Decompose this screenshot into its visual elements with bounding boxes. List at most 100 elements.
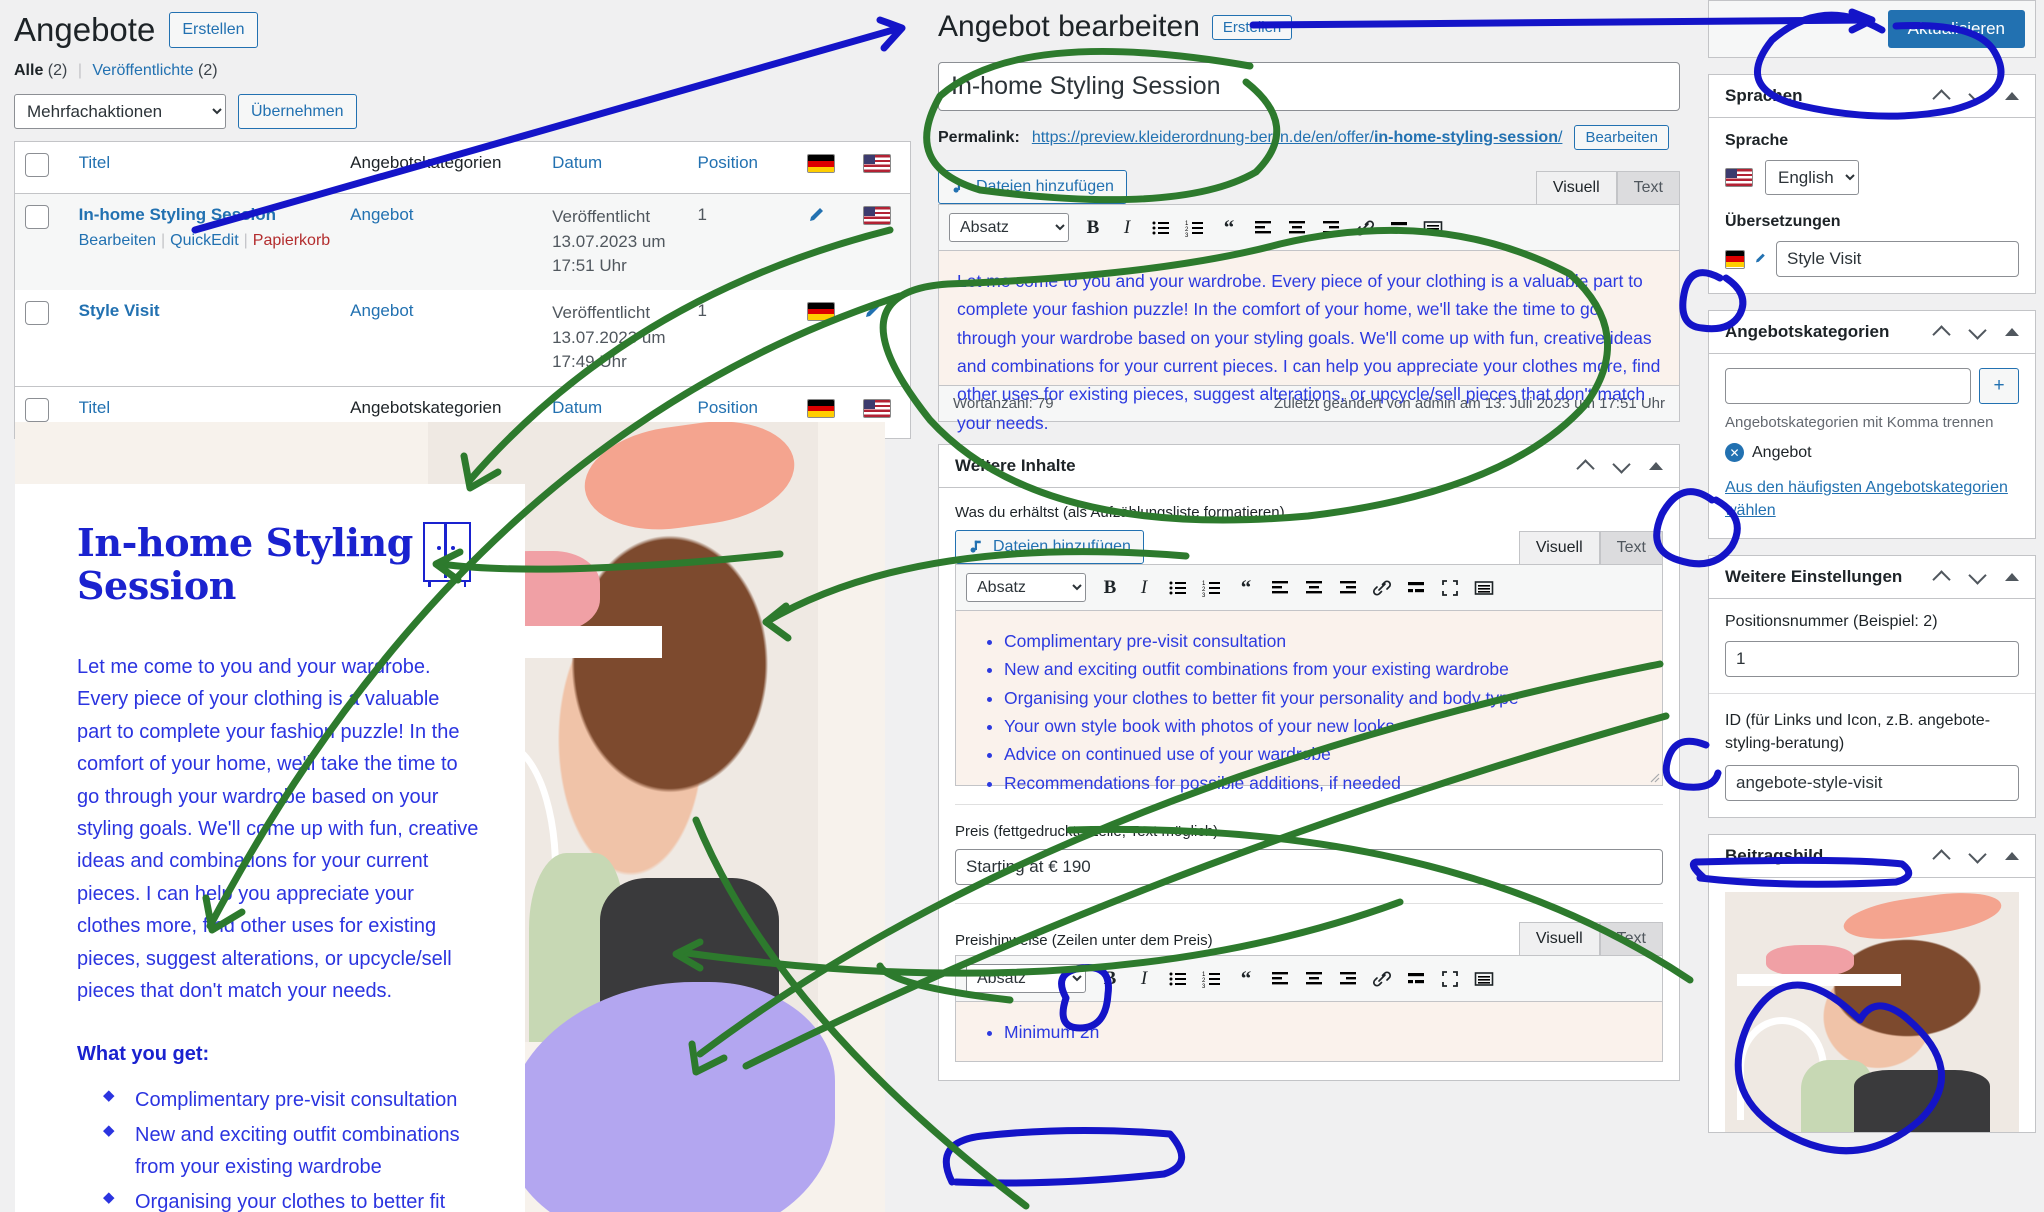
row-lang-de-cell[interactable]	[797, 194, 854, 290]
align-right-icon[interactable]	[1321, 218, 1341, 238]
tab-visual[interactable]: Visuell	[1535, 170, 1617, 204]
blockquote-icon[interactable]: “	[1219, 215, 1239, 239]
move-down-icon[interactable]	[1969, 323, 1987, 341]
move-down-icon[interactable]	[1969, 568, 1987, 586]
toolbar-toggle-icon[interactable]	[1474, 578, 1494, 598]
column-header-date[interactable]: Datum	[542, 141, 688, 195]
tab-text[interactable]: Text	[1616, 170, 1680, 204]
numbered-list-icon[interactable]: 123	[1202, 578, 1222, 598]
resize-handle-icon[interactable]	[1648, 771, 1660, 783]
position-input[interactable]	[1725, 641, 2019, 678]
editor-content-main[interactable]: Let me come to you and your wardrobe. Ev…	[938, 251, 1680, 433]
link-icon[interactable]	[1372, 969, 1392, 989]
move-down-icon[interactable]	[1969, 847, 1987, 865]
translation-input[interactable]	[1776, 241, 2019, 277]
price-input[interactable]	[955, 849, 1663, 885]
bold-icon[interactable]: B	[1100, 968, 1120, 989]
row-title-link[interactable]: In-home Styling Session	[79, 205, 276, 224]
tab-text[interactable]: Text	[1599, 530, 1663, 564]
language-select[interactable]: English	[1765, 160, 1859, 195]
blockquote-icon[interactable]: “	[1236, 966, 1256, 990]
row-checkbox[interactable]	[25, 301, 49, 326]
fullscreen-icon[interactable]	[1440, 578, 1460, 598]
row-action-trash[interactable]: Papierkorb	[253, 232, 330, 249]
tab-visual[interactable]: Visuell	[1518, 922, 1600, 955]
bold-icon[interactable]: B	[1083, 217, 1103, 238]
pencil-icon[interactable]	[807, 206, 827, 226]
post-title-input[interactable]	[938, 62, 1680, 111]
align-center-icon[interactable]	[1287, 218, 1307, 238]
toggle-panel-icon[interactable]	[1649, 462, 1663, 470]
align-right-icon[interactable]	[1338, 969, 1358, 989]
row-checkbox[interactable]	[25, 205, 49, 230]
italic-icon[interactable]: I	[1134, 577, 1154, 598]
add-media-button[interactable]: Dateien hinzufügen	[955, 530, 1144, 564]
tab-visual[interactable]: Visuell	[1518, 530, 1600, 564]
add-category-button[interactable]: +	[1979, 368, 2019, 404]
fullscreen-icon[interactable]	[1440, 969, 1460, 989]
bold-icon[interactable]: B	[1100, 577, 1120, 598]
move-up-icon[interactable]	[1933, 87, 1951, 105]
read-more-icon[interactable]	[1406, 578, 1426, 598]
toggle-panel-icon[interactable]	[2005, 573, 2019, 582]
pencil-icon[interactable]	[863, 302, 883, 322]
toolbar-toggle-icon[interactable]	[1474, 969, 1494, 989]
update-button[interactable]: Aktualisieren	[1887, 10, 2025, 48]
add-media-button[interactable]: Dateien hinzufügen	[938, 170, 1127, 204]
editor-content-extra[interactable]: Complimentary pre-visit consultation New…	[955, 611, 1663, 793]
filter-published-label[interactable]: Veröffentlichte	[92, 62, 193, 79]
remove-category-icon[interactable]: ✕	[1725, 443, 1744, 462]
row-action-edit[interactable]: Bearbeiten	[79, 232, 156, 249]
category-input[interactable]	[1725, 368, 1971, 404]
bulk-actions-select[interactable]: Mehrfachaktionen	[14, 93, 226, 129]
align-center-icon[interactable]	[1304, 969, 1324, 989]
italic-icon[interactable]: I	[1117, 217, 1137, 238]
move-up-icon[interactable]	[1933, 323, 1951, 341]
choose-common-categories-link[interactable]: Aus den häufigsten Angebotskategorien wä…	[1725, 476, 2019, 522]
format-select[interactable]: Absatz	[966, 964, 1086, 993]
align-right-icon[interactable]	[1338, 578, 1358, 598]
move-down-icon[interactable]	[1613, 457, 1631, 475]
id-input[interactable]	[1725, 765, 2019, 802]
apply-bulk-action-button[interactable]: Übernehmen	[238, 93, 357, 130]
row-lang-en-cell[interactable]	[853, 194, 910, 290]
format-select[interactable]: Absatz	[949, 213, 1069, 242]
numbered-list-icon[interactable]: 123	[1185, 218, 1205, 238]
blockquote-icon[interactable]: “	[1236, 575, 1256, 599]
filter-all-label[interactable]: Alle	[14, 62, 43, 79]
format-select[interactable]: Absatz	[966, 573, 1086, 602]
move-up-icon[interactable]	[1933, 568, 1951, 586]
row-title-link[interactable]: Style Visit	[79, 301, 160, 320]
link-icon[interactable]	[1355, 218, 1375, 238]
select-all-checkbox[interactable]	[25, 153, 49, 178]
row-category-link[interactable]: Angebot	[350, 205, 413, 224]
italic-icon[interactable]: I	[1134, 968, 1154, 989]
move-up-icon[interactable]	[1577, 457, 1595, 475]
bulleted-list-icon[interactable]	[1168, 969, 1188, 989]
tab-text[interactable]: Text	[1599, 922, 1663, 955]
select-all-checkbox-footer[interactable]	[25, 398, 49, 423]
row-action-quickedit[interactable]: QuickEdit	[170, 232, 238, 249]
align-left-icon[interactable]	[1270, 969, 1290, 989]
toggle-panel-icon[interactable]	[2005, 92, 2019, 100]
bulleted-list-icon[interactable]	[1151, 218, 1171, 238]
toggle-panel-icon[interactable]	[2005, 328, 2019, 336]
link-icon[interactable]	[1372, 578, 1392, 598]
featured-image-thumbnail[interactable]	[1725, 892, 2019, 1133]
align-left-icon[interactable]	[1253, 218, 1273, 238]
move-down-icon[interactable]	[1969, 87, 1987, 105]
move-up-icon[interactable]	[1933, 847, 1951, 865]
row-lang-en-cell[interactable]	[853, 290, 910, 386]
toggle-panel-icon[interactable]	[2005, 852, 2019, 861]
row-category-link[interactable]: Angebot	[350, 301, 413, 320]
add-new-button[interactable]: Erstellen	[169, 12, 258, 48]
edit-permalink-button[interactable]: Bearbeiten	[1574, 125, 1669, 150]
toolbar-toggle-icon[interactable]	[1423, 218, 1443, 238]
permalink-link[interactable]: https://preview.kleiderordnung-berlin.de…	[1032, 129, 1563, 147]
row-lang-de-cell[interactable]	[797, 290, 854, 386]
bulleted-list-icon[interactable]	[1168, 578, 1188, 598]
align-center-icon[interactable]	[1304, 578, 1324, 598]
editor-content-price-notes[interactable]: Minimum 2h	[955, 1002, 1663, 1062]
align-left-icon[interactable]	[1270, 578, 1290, 598]
read-more-icon[interactable]	[1406, 969, 1426, 989]
